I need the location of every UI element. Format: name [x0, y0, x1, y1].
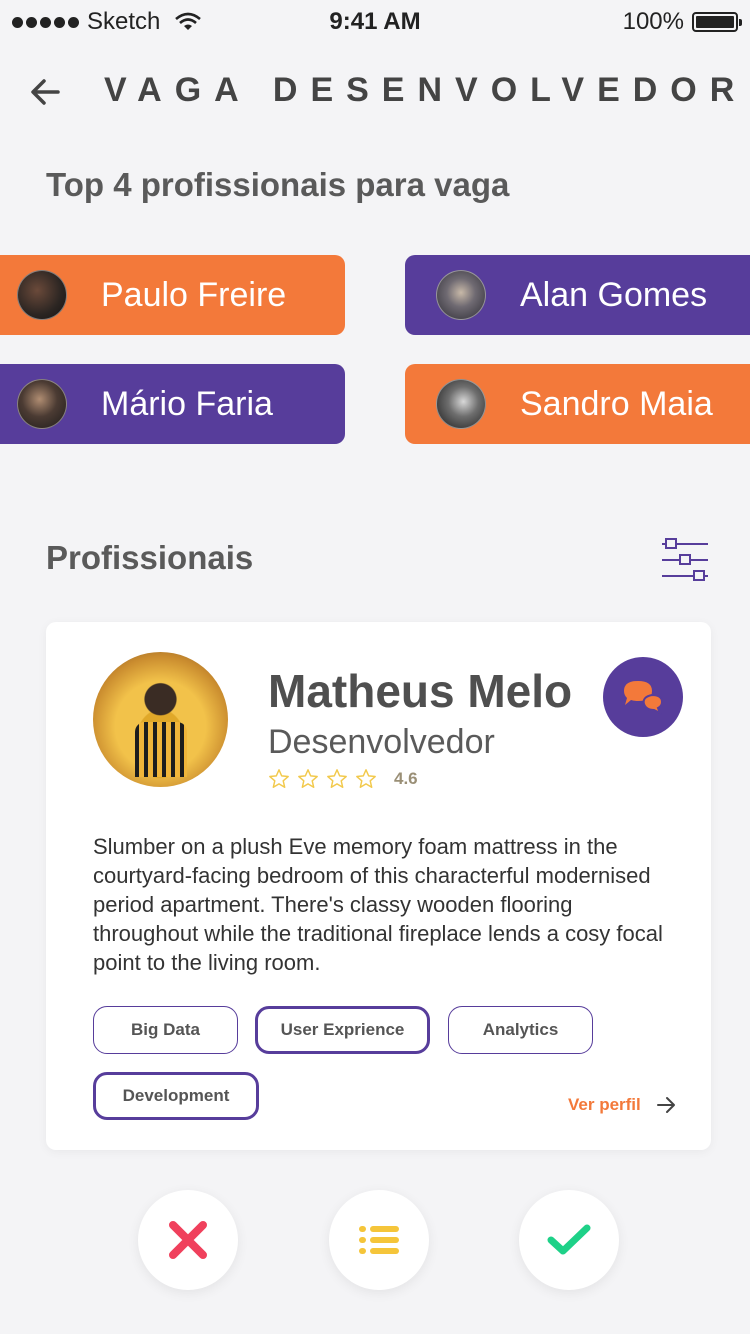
- professional-name: Alan Gomes: [520, 275, 708, 314]
- battery-label: 100%: [622, 8, 684, 35]
- list-icon: [359, 1226, 399, 1254]
- list-button[interactable]: [329, 1190, 429, 1290]
- chat-button[interactable]: [603, 657, 683, 737]
- tag-user-experience[interactable]: User Exprience: [255, 1006, 430, 1054]
- status-right: 100%: [622, 8, 742, 36]
- tag-development[interactable]: Development: [93, 1072, 259, 1120]
- avatar: [436, 379, 486, 429]
- professional-name: Paulo Freire: [101, 275, 287, 314]
- close-x-icon: [169, 1221, 207, 1259]
- avatar: [436, 270, 486, 320]
- tag-analytics[interactable]: Analytics: [448, 1006, 593, 1054]
- star-icon: [327, 769, 347, 788]
- professional-name: Mário Faria: [101, 384, 273, 423]
- top-professional-paulo-freire[interactable]: Paulo Freire: [0, 255, 345, 335]
- filter-sliders-icon[interactable]: [660, 536, 710, 584]
- professional-name: Sandro Maia: [520, 384, 713, 423]
- view-profile-link[interactable]: Ver perfil: [568, 1094, 677, 1116]
- top-professional-sandro-maia[interactable]: Sandro Maia: [405, 364, 750, 444]
- top-professional-mario-faria[interactable]: Mário Faria: [0, 364, 345, 444]
- top-professional-alan-gomes[interactable]: Alan Gomes: [405, 255, 750, 335]
- professional-card[interactable]: Matheus Melo Desenvolvedor 4.6 Slumber o…: [46, 622, 711, 1150]
- arrow-right-icon: [656, 1097, 675, 1113]
- check-icon: [547, 1224, 591, 1255]
- page-title: VAGA DESENVOLVEDOR: [104, 71, 748, 109]
- avatar: [17, 270, 67, 320]
- professional-description: Slumber on a plush Eve memory foam mattr…: [93, 834, 663, 975]
- star-icon: [298, 769, 318, 788]
- avatar: [17, 379, 67, 429]
- accept-button[interactable]: [519, 1190, 619, 1290]
- back-arrow-icon[interactable]: [26, 72, 66, 112]
- professional-role: Desenvolvedor: [268, 723, 495, 761]
- view-profile-label: Ver perfil: [568, 1095, 641, 1114]
- top-section-title: Top 4 profissionais para vaga: [46, 166, 510, 203]
- tag-big-data[interactable]: Big Data: [93, 1006, 238, 1054]
- chat-bubbles-icon: [624, 681, 664, 716]
- rating-stars: 4.6: [268, 768, 418, 790]
- star-icon: [356, 769, 376, 788]
- professionals-section-title: Profissionais: [46, 539, 254, 576]
- status-bar: Sketch 9:41 AM 100%: [0, 0, 750, 42]
- battery-icon: [692, 12, 742, 32]
- star-icon: [269, 769, 289, 788]
- profile-photo: [93, 652, 228, 787]
- rating-value: 4.6: [394, 769, 418, 788]
- professional-name: Matheus Melo: [268, 665, 573, 717]
- reject-button[interactable]: [138, 1190, 238, 1290]
